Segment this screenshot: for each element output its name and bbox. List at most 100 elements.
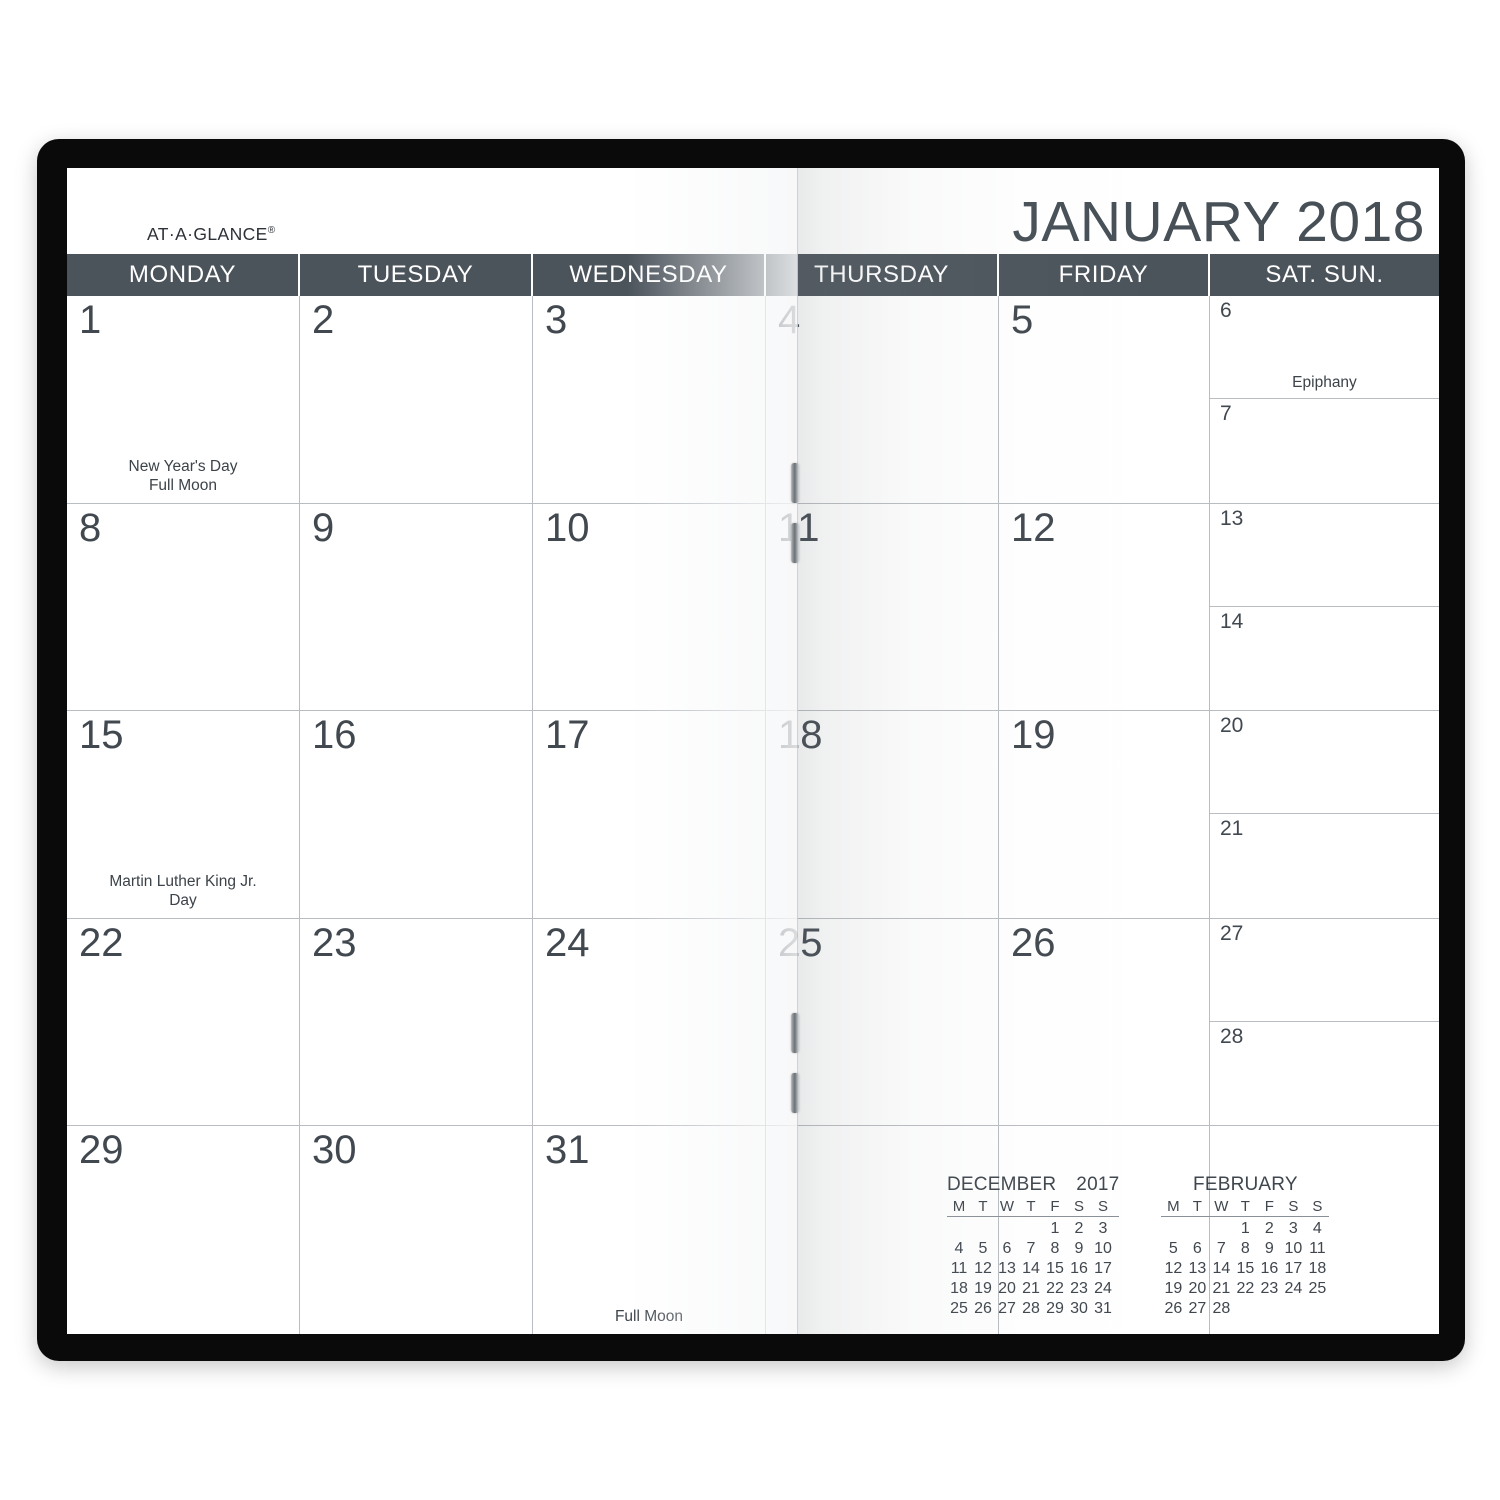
weekday-header-thursday: THURSDAY bbox=[766, 254, 999, 296]
day-cell-15[interactable]: 15 Martin Luther King Jr. Day bbox=[67, 711, 300, 918]
mini-day-blank bbox=[995, 1219, 1019, 1238]
day-cell-27[interactable]: 27 bbox=[1210, 919, 1439, 1023]
mini-day-11: 11 bbox=[1309, 1240, 1326, 1257]
mini-dow-label: F bbox=[1050, 1198, 1060, 1215]
day-number: 1 bbox=[79, 298, 102, 342]
mini-dow-label: W bbox=[999, 1198, 1015, 1215]
day-cell-22[interactable]: 22 bbox=[67, 918, 300, 1126]
day-cell-14[interactable]: 14 bbox=[1210, 607, 1439, 710]
mini-day-7: 7 bbox=[1216, 1240, 1226, 1257]
day-cell-8[interactable]: 8 bbox=[67, 503, 300, 711]
staple-icon bbox=[791, 463, 799, 503]
day-cell-10[interactable]: 10 bbox=[533, 503, 766, 711]
mini-day-21: 21 bbox=[1022, 1280, 1040, 1297]
mini-day-18: 18 bbox=[1308, 1260, 1327, 1277]
mini-day-5: 5 bbox=[978, 1240, 988, 1257]
mini-calendar-grid: 1 2 3 4 5 6 7 8 9 10 11 12 13 14 15 16 17 18 19 20 21 22 23 24 2… bbox=[1161, 1219, 1329, 1318]
mini-dow-label: T bbox=[1192, 1198, 1202, 1215]
mini-calendar-month: FEBRUARY bbox=[1193, 1174, 1298, 1195]
day-cell-9[interactable]: 9 bbox=[300, 503, 533, 711]
day-cell-5[interactable]: 5 bbox=[999, 296, 1210, 503]
day-number: 3 bbox=[545, 298, 568, 342]
mini-dow-label: S bbox=[1073, 1198, 1084, 1215]
day-cell-6[interactable]: 6 Epiphany bbox=[1210, 296, 1439, 400]
mini-day-22: 22 bbox=[1046, 1280, 1064, 1297]
day-note-line: Martin Luther King Jr. bbox=[109, 872, 257, 890]
mini-calendars: DECEMBER 2017 M T W T F S S 1 2 3 4 5 6 7 8 9 10 11 12 13 14 15… bbox=[947, 1174, 1330, 1318]
day-cell-26[interactable]: 26 bbox=[999, 918, 1210, 1126]
mini-day-blank bbox=[1185, 1219, 1209, 1238]
day-cell-13[interactable]: 13 bbox=[1210, 504, 1439, 607]
mini-calendar-grid: 1 2 3 4 5 6 7 8 9 10 11 12 13 14 15 16 17 18 19 20 21 22 23 24 2… bbox=[947, 1219, 1119, 1318]
day-number: 28 bbox=[1220, 1025, 1244, 1049]
day-number: 12 bbox=[1011, 505, 1056, 550]
day-number: 30 bbox=[312, 1128, 357, 1173]
mini-day-30: 30 bbox=[1070, 1300, 1088, 1317]
day-cell-12[interactable]: 12 bbox=[999, 503, 1210, 711]
day-number: 7 bbox=[1220, 402, 1232, 426]
mini-dow-label: M bbox=[952, 1198, 966, 1215]
mini-day-blank bbox=[947, 1219, 971, 1238]
mini-day-17: 17 bbox=[1284, 1260, 1303, 1277]
day-number: 21 bbox=[1220, 817, 1244, 841]
day-number: 27 bbox=[1220, 921, 1244, 945]
brand-name: AT·A·GLANCE bbox=[147, 224, 268, 244]
title-band: AT·A·GLANCE® JANUARY 2018 bbox=[67, 168, 1439, 254]
mini-dow-label: T bbox=[1240, 1198, 1250, 1215]
brand-logo: AT·A·GLANCE® bbox=[147, 224, 276, 245]
mini-day-10: 10 bbox=[1094, 1240, 1112, 1257]
day-number: 25 bbox=[778, 920, 823, 965]
mini-day-15: 15 bbox=[1236, 1260, 1255, 1277]
mini-day-13: 13 bbox=[998, 1260, 1016, 1277]
day-number: 5 bbox=[1011, 298, 1034, 342]
mini-day-3: 3 bbox=[1288, 1220, 1298, 1237]
day-cell-21[interactable]: 21 bbox=[1210, 814, 1439, 917]
day-cell-30[interactable]: 30 bbox=[300, 1126, 533, 1334]
mini-day-blank bbox=[1161, 1219, 1185, 1238]
mini-day-16: 16 bbox=[1260, 1260, 1279, 1277]
day-cell-17[interactable]: 17 bbox=[533, 711, 766, 918]
day-cell-1[interactable]: 1 New Year's Day Full Moon bbox=[67, 296, 300, 503]
day-number: 10 bbox=[545, 505, 590, 550]
mini-day-8: 8 bbox=[1240, 1240, 1250, 1257]
day-cell-11[interactable]: 11 bbox=[766, 503, 999, 711]
mini-day-5: 5 bbox=[1168, 1240, 1178, 1257]
day-cell-16[interactable]: 16 bbox=[300, 711, 533, 918]
mini-day-blank bbox=[1209, 1219, 1233, 1238]
mini-dow-label: W bbox=[1214, 1198, 1229, 1215]
mini-day-28: 28 bbox=[1022, 1300, 1040, 1317]
day-cell-23[interactable]: 23 bbox=[300, 918, 533, 1126]
day-number: 9 bbox=[312, 505, 335, 550]
day-cell-2[interactable]: 2 bbox=[300, 296, 533, 503]
day-note: New Year's Day Full Moon bbox=[73, 457, 293, 495]
day-cell-18[interactable]: 18 bbox=[766, 711, 999, 918]
day-cell-4[interactable]: 4 bbox=[766, 296, 999, 503]
day-cell-19[interactable]: 19 bbox=[999, 711, 1210, 918]
mini-calendar-december: DECEMBER 2017 M T W T F S S 1 2 3 4 5 6 7 8 9 10 11 12 13 14 15… bbox=[947, 1174, 1120, 1318]
day-cell-20[interactable]: 20 bbox=[1210, 711, 1439, 815]
day-cell-24[interactable]: 24 bbox=[533, 918, 766, 1126]
day-number: 31 bbox=[545, 1128, 590, 1173]
day-number: 23 bbox=[312, 920, 357, 965]
day-cell-3[interactable]: 3 bbox=[533, 296, 766, 503]
mini-day-22: 22 bbox=[1236, 1280, 1255, 1297]
day-cell-7[interactable]: 7 bbox=[1210, 399, 1439, 502]
day-cell-28[interactable]: 28 bbox=[1210, 1022, 1439, 1125]
day-number: 17 bbox=[545, 713, 590, 758]
mini-day-19: 19 bbox=[1164, 1280, 1183, 1297]
day-cell-29[interactable]: 29 bbox=[67, 1126, 300, 1334]
mini-day-28: 28 bbox=[1212, 1300, 1231, 1317]
day-number: 29 bbox=[79, 1128, 124, 1173]
mini-dow-label: M bbox=[1167, 1198, 1180, 1215]
day-number: 18 bbox=[778, 713, 823, 758]
mini-dow-label: T bbox=[978, 1198, 988, 1215]
day-number: 14 bbox=[1220, 609, 1244, 633]
day-number: 22 bbox=[79, 920, 124, 965]
mini-day-11: 11 bbox=[950, 1260, 968, 1277]
mini-day-2: 2 bbox=[1074, 1220, 1084, 1237]
day-cell-31[interactable]: 31 Full Moon bbox=[533, 1126, 766, 1334]
mini-day-20: 20 bbox=[998, 1280, 1016, 1297]
day-cell-25[interactable]: 25 bbox=[766, 918, 999, 1126]
mini-dow-label: S bbox=[1312, 1198, 1323, 1215]
mini-day-20: 20 bbox=[1188, 1280, 1207, 1297]
